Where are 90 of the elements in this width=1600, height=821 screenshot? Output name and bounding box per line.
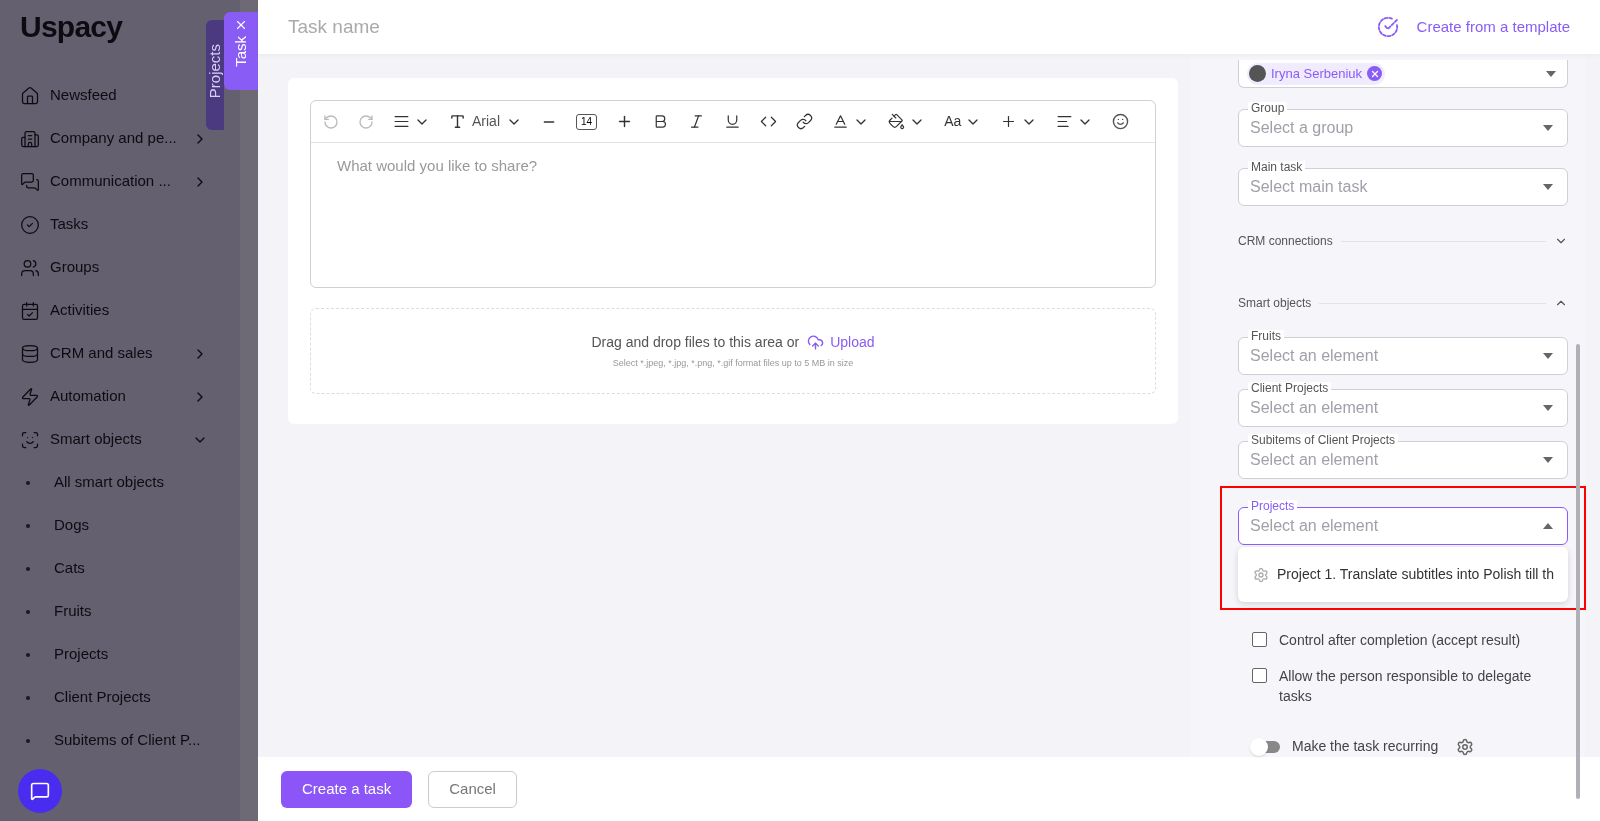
checkbox-label: Control after completion (accept result) xyxy=(1279,631,1522,650)
upload-hint: Select *.jpeg, *.jpg, *.png, *.gif format files up to 5 MB in size xyxy=(612,356,854,370)
submenu-item[interactable]: Client Projects xyxy=(20,676,208,719)
field-label: Subitems of Client Projects xyxy=(1248,434,1399,446)
fill-color-icon[interactable] xyxy=(888,113,906,130)
caret-down-icon xyxy=(1543,125,1553,131)
editor-placeholder: What would you like to share? xyxy=(336,156,539,176)
cancel-button[interactable]: Cancel xyxy=(428,770,517,808)
field-label: Group xyxy=(1248,102,1288,114)
field-label: Client Projects xyxy=(1248,382,1332,394)
case-button[interactable]: Aa xyxy=(944,111,962,132)
scrollbar[interactable] xyxy=(1576,344,1580,799)
menu-item[interactable]: Company and pe... xyxy=(20,117,208,160)
submenu-item[interactable]: All smart objects xyxy=(20,461,208,504)
side-tab[interactable]: Projects xyxy=(206,20,224,130)
menu-item[interactable]: Automation xyxy=(20,375,208,418)
task-name-field[interactable]: Task name xyxy=(288,12,1377,42)
toggle-switch[interactable] xyxy=(1252,740,1280,753)
remove-icon[interactable] xyxy=(1367,66,1383,81)
menu-item[interactable]: CRM and sales xyxy=(20,332,208,375)
gear-icon xyxy=(1253,566,1269,583)
menu-item[interactable]: Tasks xyxy=(20,203,208,246)
menu-item[interactable]: Activities xyxy=(20,289,208,332)
user-chip: Iryna Serbeniuk xyxy=(1247,62,1386,85)
submenu-item[interactable]: Projects xyxy=(20,633,208,676)
menu-icon xyxy=(20,214,40,235)
submenu-item[interactable]: Cats xyxy=(20,547,208,590)
menu-item[interactable]: Newsfeed xyxy=(20,74,208,117)
section-header[interactable]: Smart objects xyxy=(1238,294,1568,312)
bullet-icon xyxy=(26,652,30,657)
menu-item[interactable]: Groups xyxy=(20,246,208,289)
font-size-field[interactable]: 14 xyxy=(576,113,598,130)
upload-link[interactable]: Upload xyxy=(807,331,875,353)
template-link[interactable]: Create from a template xyxy=(1376,15,1570,39)
submenu-item[interactable]: Subitems of Client P... xyxy=(20,719,208,762)
logo: Uspacy xyxy=(20,12,124,45)
bullet-icon xyxy=(26,566,30,571)
chat-button[interactable] xyxy=(18,769,62,813)
bullet-icon xyxy=(26,609,30,614)
menu-icon xyxy=(20,343,40,364)
upload-area[interactable]: Drag and drop files to this area or Upload Select *.jpeg, *.jpg, *.png, *.gif format files up to 5 MB in size xyxy=(310,308,1156,394)
bullet-icon xyxy=(26,523,30,528)
bullet-icon xyxy=(26,480,30,485)
field-label: Fruits xyxy=(1248,330,1284,342)
avatar xyxy=(1249,65,1266,82)
checkbox-label: Allow the person responsible to delegate tasks xyxy=(1279,667,1533,706)
upload-text: Drag and drop files to this area or xyxy=(591,332,800,352)
caret-down-icon xyxy=(1543,184,1553,190)
section-header[interactable]: CRM connections xyxy=(1238,232,1568,250)
font-color-icon[interactable] xyxy=(832,113,850,130)
checkbox[interactable] xyxy=(1252,668,1267,683)
menu-icon xyxy=(20,429,40,450)
caret-down-icon xyxy=(1543,457,1553,463)
dashed-check-circle-icon xyxy=(1376,16,1399,38)
paragraph-icon[interactable] xyxy=(393,113,410,130)
menu-icon xyxy=(20,128,40,149)
submenu-item[interactable]: Fruits xyxy=(20,590,208,633)
align-left-icon[interactable] xyxy=(1056,113,1074,130)
bullet-icon xyxy=(26,695,30,700)
dropdown-option[interactable]: Project 1. Translate subtitles into Polish till th xyxy=(1238,564,1568,585)
field-label: Projects xyxy=(1248,500,1298,512)
emoji-icon[interactable] xyxy=(1112,113,1130,130)
toggle-label: Make the task recurring xyxy=(1292,737,1439,756)
assignee-field[interactable]: Iryna Serbeniuk xyxy=(1238,60,1568,88)
upload-cloud-icon xyxy=(807,333,825,351)
close-icon[interactable] xyxy=(234,18,248,32)
side-tab[interactable]: Task xyxy=(224,12,258,90)
caret-down-icon xyxy=(1546,70,1556,77)
font-select[interactable]: Arial xyxy=(472,111,500,132)
menu-icon xyxy=(20,171,40,192)
menu-icon xyxy=(20,386,40,407)
settings-icon[interactable] xyxy=(1456,737,1475,756)
caret-up-icon xyxy=(1543,523,1553,529)
menu-icon xyxy=(20,85,40,106)
caret-down-icon xyxy=(1543,405,1553,411)
caret-down-icon xyxy=(1543,353,1553,359)
chat-icon xyxy=(30,781,50,801)
text-icon[interactable] xyxy=(449,113,466,130)
checkbox[interactable] xyxy=(1252,632,1267,647)
underline-icon[interactable] xyxy=(724,113,742,130)
submenu-item[interactable]: Dogs xyxy=(20,504,208,547)
field-label: Main task xyxy=(1248,161,1306,173)
link-icon[interactable] xyxy=(796,113,814,130)
menu-item[interactable]: Communication ... xyxy=(20,160,208,203)
rich-text-editor[interactable]: Arial 14 Aa What would you like to share? xyxy=(310,100,1156,288)
menu-icon xyxy=(20,300,40,321)
menu-icon xyxy=(20,257,40,278)
menu-item[interactable]: Smart objects xyxy=(20,418,208,461)
create-button[interactable]: Create a task xyxy=(281,770,413,808)
bullet-icon xyxy=(26,738,30,743)
